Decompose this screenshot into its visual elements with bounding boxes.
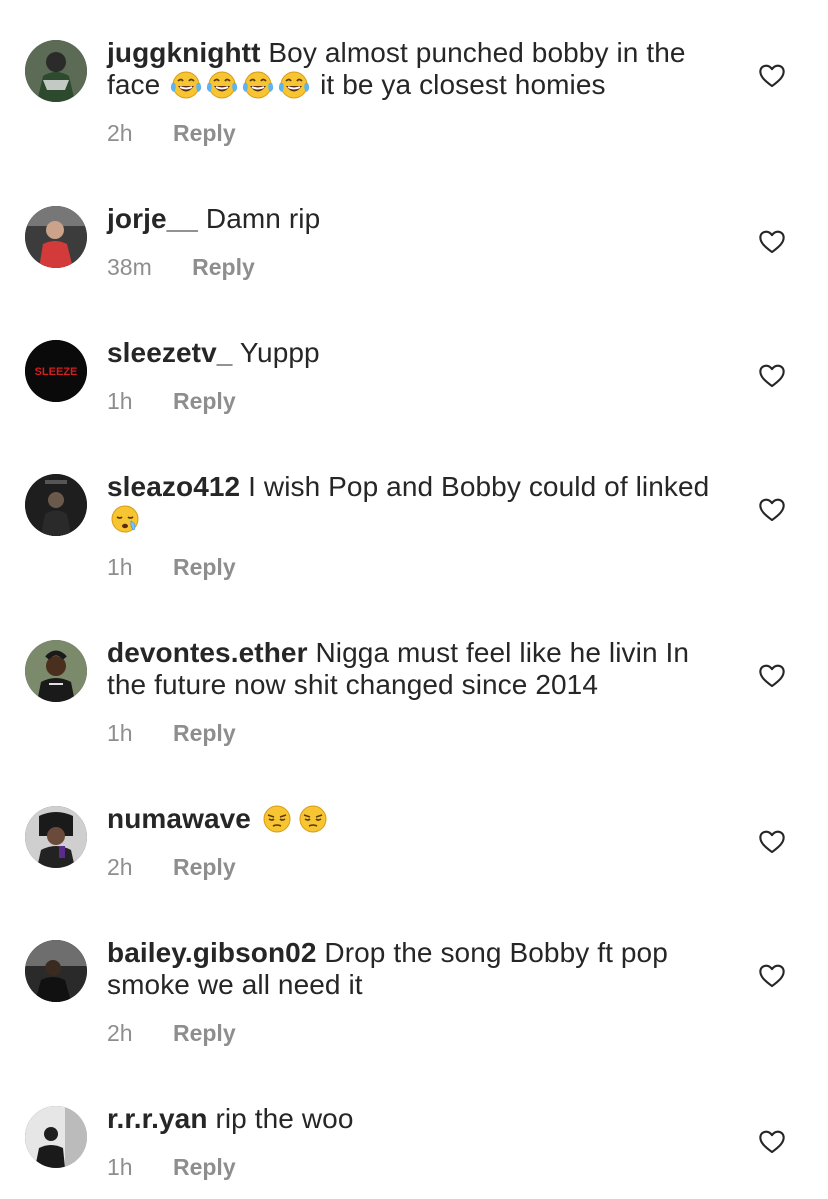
avatar[interactable]: SLEEZE [25,340,87,402]
avatar[interactable] [25,474,87,536]
avatar[interactable] [25,1106,87,1168]
comment-meta: 1h Reply [107,720,236,747]
reply-button[interactable]: Reply [173,854,236,881]
comment-text: jorje__ Damn rip [107,203,717,235]
like-heart-icon[interactable] [758,362,786,388]
comment-username[interactable]: sleazo412 [107,471,240,502]
emoji-group [107,503,143,534]
comment-timestamp: 2h [107,1020,133,1046]
emoji-group [168,69,312,100]
emoji-group [259,803,331,834]
avatar[interactable] [25,640,87,702]
comment-timestamp: 2h [107,854,133,880]
comment-username[interactable]: juggknightt [107,37,261,68]
reply-button[interactable]: Reply [173,554,236,581]
comment-list: juggknightt Boy almost punched bobby in … [0,0,828,1199]
laughing-tears-emoji-icon [170,70,202,100]
laughing-tears-emoji-icon [278,70,310,100]
comment-text: sleazo412 I wish Pop and Bobby could of … [107,471,717,535]
comment-text: devontes.ether Nigga must feel like he l… [107,637,717,701]
comment-text: numawave [107,803,717,835]
comment-body: rip the woo [215,1103,354,1134]
comment-meta: 1h Reply [107,388,236,415]
like-heart-icon[interactable] [758,828,786,854]
avatar[interactable] [25,206,87,268]
like-heart-icon[interactable] [758,228,786,254]
comment-username[interactable]: numawave [107,803,251,834]
comment-meta: 1h Reply [107,1154,236,1181]
pensive-face-emoji-icon [297,804,329,834]
comment-text: sleezetv_ Yuppp [107,337,717,369]
comment-timestamp: 1h [107,388,133,414]
sleepy-face-emoji-icon [109,504,141,534]
reply-button[interactable]: Reply [173,1154,236,1181]
avatar-logo-text: SLEEZE [35,366,78,378]
comment-timestamp: 1h [107,1154,133,1180]
comment-body: I wish Pop and Bobby could of linked [248,471,710,502]
like-heart-icon[interactable] [758,662,786,688]
comment-meta: 2h Reply [107,120,236,147]
like-heart-icon[interactable] [758,1128,786,1154]
like-heart-icon[interactable] [758,62,786,88]
reply-button[interactable]: Reply [173,120,236,147]
comment-text: bailey.gibson02 Drop the song Bobby ft p… [107,937,717,1001]
like-heart-icon[interactable] [758,962,786,988]
comment-username[interactable]: bailey.gibson02 [107,937,317,968]
pensive-face-emoji-icon [261,804,293,834]
avatar[interactable] [25,40,87,102]
reply-button[interactable]: Reply [173,388,236,415]
avatar[interactable] [25,940,87,1002]
comment-timestamp: 1h [107,554,133,580]
comment-text: r.r.r.yan rip the woo [107,1103,717,1135]
comment-timestamp: 38m [107,254,152,280]
comment-body: Yuppp [239,337,320,368]
comment-meta: 1h Reply [107,554,236,581]
comment-meta: 2h Reply [107,854,236,881]
comment-timestamp: 2h [107,120,133,146]
comment-username[interactable]: devontes.ether [107,637,308,668]
avatar[interactable] [25,806,87,868]
comment-meta: 2h Reply [107,1020,236,1047]
comment-body-continued: it be ya closest homies [320,69,606,100]
comment-username[interactable]: sleezetv_ [107,337,232,368]
comment-timestamp: 1h [107,720,133,746]
laughing-tears-emoji-icon [206,70,238,100]
reply-button[interactable]: Reply [192,254,255,281]
comment-username[interactable]: jorje__ [107,203,198,234]
like-heart-icon[interactable] [758,496,786,522]
reply-button[interactable]: Reply [173,720,236,747]
comment-meta: 38m Reply [107,254,255,281]
comment-username[interactable]: r.r.r.yan [107,1103,208,1134]
laughing-tears-emoji-icon [242,70,274,100]
comment-text: juggknightt Boy almost punched bobby in … [107,37,717,101]
reply-button[interactable]: Reply [173,1020,236,1047]
comment-body: Damn rip [205,203,321,234]
